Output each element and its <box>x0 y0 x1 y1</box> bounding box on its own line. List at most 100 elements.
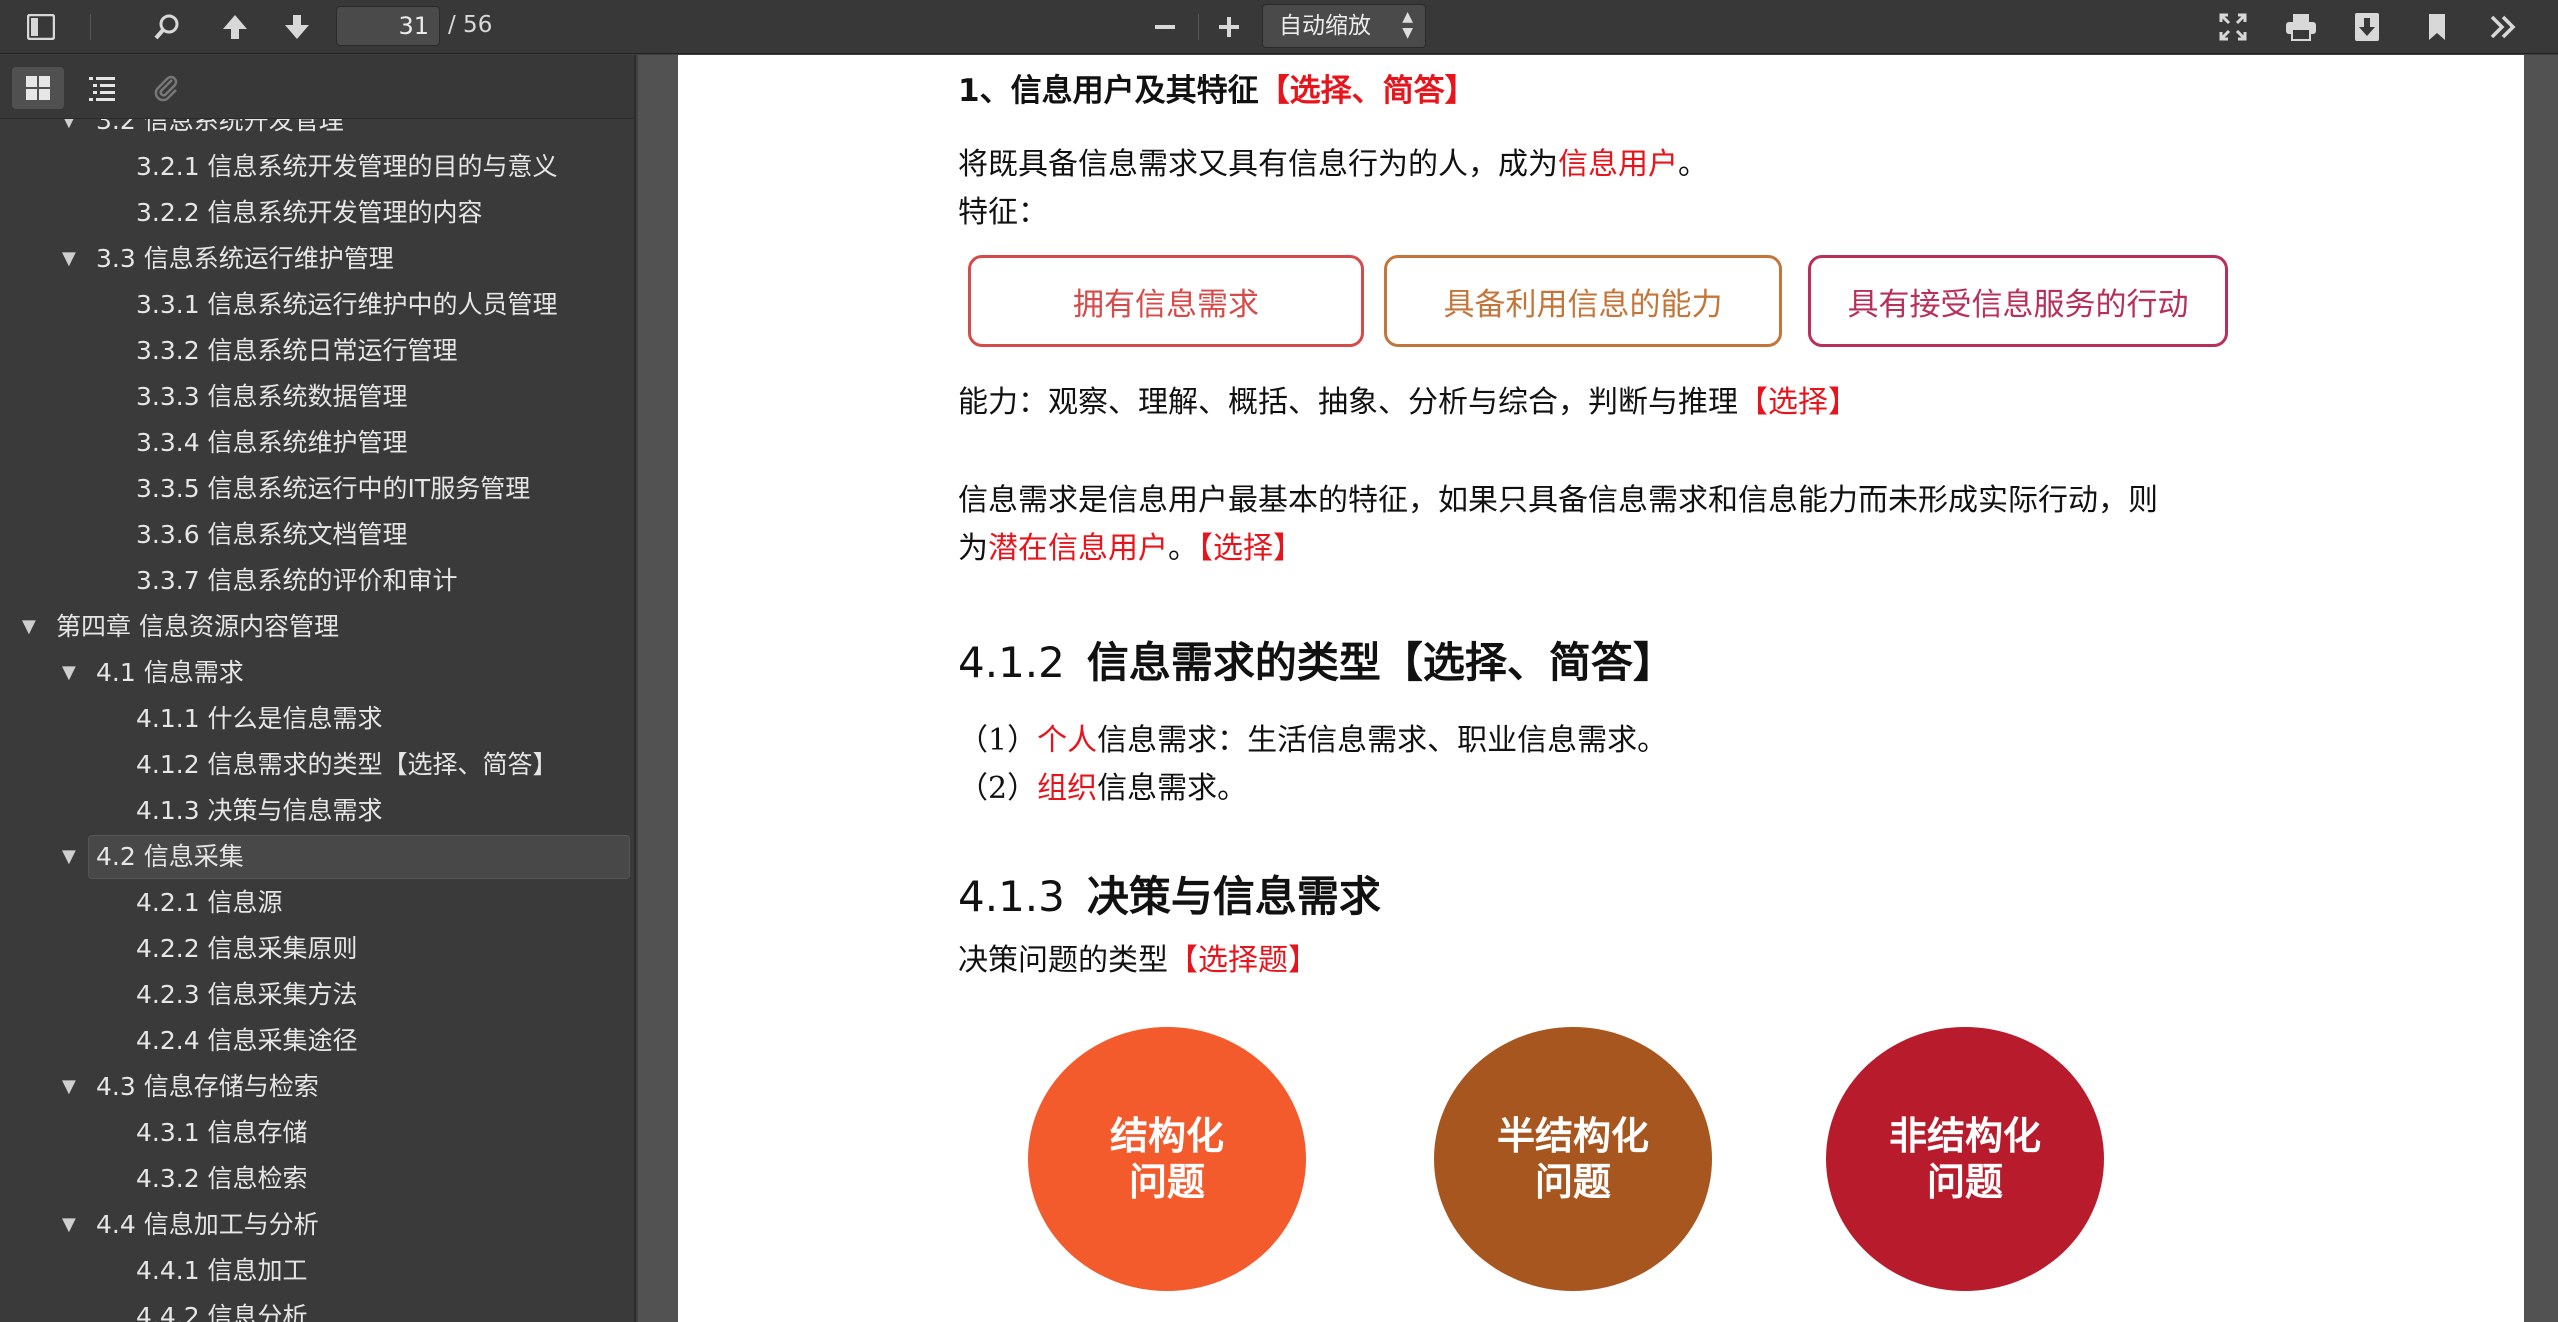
expand-toggle-icon[interactable]: ▼ <box>62 1203 76 1247</box>
toolbar-separator <box>1198 14 1199 40</box>
outline-item[interactable]: 4.2.1 信息源 <box>0 881 634 925</box>
outline-icon[interactable] <box>76 67 128 109</box>
zoom-select[interactable]: 自动缩放 ▲ ▼ <box>1262 4 1426 48</box>
outline-item[interactable]: 4.3.2 信息检索 <box>0 1157 634 1201</box>
heading-number: 4.1.2 <box>958 638 1065 687</box>
outline-item[interactable]: ▼ 3.2 信息系统开发管理 <box>0 119 634 143</box>
outline-item[interactable]: 3.3.4 信息系统维护管理 <box>0 421 634 465</box>
print-icon[interactable] <box>2278 6 2324 48</box>
select-arrows-icon: ▲ ▼ <box>1402 9 1413 41</box>
outline-item[interactable]: ▼ 4.1 信息需求 <box>0 651 634 695</box>
outline-item[interactable]: 3.2.2 信息系统开发管理的内容 <box>0 191 634 235</box>
outline-item-label: 4.2.1 信息源 <box>136 888 283 917</box>
highlight-term: 个人 <box>1037 723 1098 758</box>
outline-item-label: 4.1.1 什么是信息需求 <box>136 704 383 733</box>
outline-item-label: 4.4.2 信息分析 <box>136 1302 308 1322</box>
outline-item[interactable]: ▼ 4.2 信息采集 <box>0 835 634 879</box>
outline-item[interactable]: 3.3.6 信息系统文档管理 <box>0 513 634 557</box>
next-page-icon[interactable] <box>274 6 320 48</box>
expand-toggle-icon[interactable]: ▼ <box>62 835 76 879</box>
outline-item-label: 3.3.7 信息系统的评价和审计 <box>136 566 458 595</box>
outline-item[interactable]: 3.3.5 信息系统运行中的IT服务管理 <box>0 467 634 511</box>
outline-item[interactable]: ▼ 第四章 信息资源内容管理 <box>0 605 634 649</box>
thumbnails-icon[interactable] <box>12 67 64 109</box>
section-heading: 1、信息用户及其特征【选择、简答】 <box>958 65 1476 110</box>
circle-label: 非结构化 <box>1888 1114 2041 1158</box>
highlight-term: 组织 <box>1037 771 1098 806</box>
outline-item[interactable]: ▼ 4.3 信息存储与检索 <box>0 1065 634 1109</box>
outline-item[interactable]: 4.3.1 信息存储 <box>0 1111 634 1155</box>
pdf-page: 1、信息用户及其特征【选择、简答】 将既具备信息需求又具有信息行为的人，成为信息… <box>678 55 2524 1322</box>
expand-toggle-icon[interactable]: ▼ <box>62 119 76 143</box>
section-heading-text: 1、信息用户及其特征 <box>958 73 1259 109</box>
heading-text: 决策与信息需求 <box>1086 872 1381 921</box>
presentation-icon[interactable] <box>2210 6 2256 48</box>
text: 。 <box>1168 531 1198 566</box>
zoom-in-icon[interactable] <box>1206 6 1252 48</box>
outline-item-label: 3.2.1 信息系统开发管理的目的与意义 <box>136 152 558 181</box>
text: 信息需求：生活信息需求、职业信息需求。 <box>1097 723 1668 758</box>
outline-item[interactable]: 4.4.2 信息分析 <box>0 1295 634 1322</box>
heading-text: 信息需求的类型【选择、简答】 <box>1086 638 1675 687</box>
more-tools-icon[interactable] <box>2480 6 2526 48</box>
outline-item[interactable]: 4.4.1 信息加工 <box>0 1249 634 1293</box>
list-item-2: （2）组织信息需求。 <box>958 763 1247 807</box>
outline-item-label: 4.3.2 信息检索 <box>136 1164 308 1193</box>
heading-number: 4.1.3 <box>958 872 1065 921</box>
expand-toggle-icon[interactable]: ▼ <box>62 237 76 281</box>
circle-label: 结构化 <box>1109 1114 1224 1158</box>
highlight-tag: 【选择】 <box>1738 385 1858 420</box>
prev-page-icon[interactable] <box>212 6 258 48</box>
text: 将既具备信息需求又具有信息行为的人，成为 <box>958 147 1558 182</box>
outline-item-label: 3.3.1 信息系统运行维护中的人员管理 <box>136 290 558 319</box>
sidebar: ▼ 3.2 信息系统开发管理 3.2.1 信息系统开发管理的目的与意义 3.2.2 信… <box>0 55 636 1322</box>
document-viewer[interactable]: 1、信息用户及其特征【选择、简答】 将既具备信息需求又具有信息行为的人，成为信息… <box>638 55 2558 1322</box>
toolbar: 31 / 56 自动缩放 ▲ ▼ <box>0 0 2558 54</box>
outline-item[interactable]: 4.1.1 什么是信息需求 <box>0 697 634 741</box>
text: 。 <box>1678 147 1708 182</box>
outline-item[interactable]: 3.3.1 信息系统运行维护中的人员管理 <box>0 283 634 327</box>
outline-item-label: 4.2.3 信息采集方法 <box>136 980 358 1009</box>
section-heading-tag: 【选择、简答】 <box>1258 73 1476 109</box>
feature-box-1: 拥有信息需求 <box>968 255 1364 347</box>
outline-item-label: 4.2.2 信息采集原则 <box>136 934 358 963</box>
download-icon[interactable] <box>2344 6 2390 48</box>
outline-item-label: 4.3.1 信息存储 <box>136 1118 308 1147</box>
expand-toggle-icon[interactable]: ▼ <box>62 1065 76 1109</box>
paragraph-definition: 将既具备信息需求又具有信息行为的人，成为信息用户。 <box>958 139 1708 183</box>
outline-item-label: 4.2 信息采集 <box>96 842 244 871</box>
outline-item[interactable]: 4.1.2 信息需求的类型【选择、简答】 <box>0 743 634 787</box>
sidebar-tabs <box>0 55 634 119</box>
text: 能力：观察、理解、概括、抽象、分析与综合，判断与推理 <box>958 385 1738 420</box>
circle-label: 问题 <box>1128 1160 1205 1204</box>
outline-item[interactable]: ▼ 4.4 信息加工与分析 <box>0 1203 634 1247</box>
sidebar-toggle-icon[interactable] <box>18 6 64 48</box>
attachments-icon[interactable] <box>140 67 192 109</box>
outline-item[interactable]: 4.1.3 决策与信息需求 <box>0 789 634 833</box>
paragraph-features-label: 特征： <box>958 195 1048 230</box>
outline-item[interactable]: 4.2.2 信息采集原则 <box>0 927 634 971</box>
feature-box-2: 具备利用信息的能力 <box>1384 255 1782 347</box>
list-marker: （2） <box>958 771 1038 806</box>
paragraph-decision: 决策问题的类型【选择题】 <box>958 935 1318 979</box>
zoom-out-icon[interactable] <box>1142 6 1188 48</box>
heading-4-1-3: 4.1.3 决策与信息需求 <box>958 863 1381 924</box>
outline-item[interactable]: ▼ 3.3 信息系统运行维护管理 <box>0 237 634 281</box>
outline-item[interactable]: 4.2.3 信息采集方法 <box>0 973 634 1017</box>
outline-tree: ▼ 3.2 信息系统开发管理 3.2.1 信息系统开发管理的目的与意义 3.2.2 信… <box>0 119 634 1322</box>
outline-item[interactable]: 3.3.3 信息系统数据管理 <box>0 375 634 419</box>
outline-item[interactable]: 4.2.4 信息采集途径 <box>0 1019 634 1063</box>
highlight-term: 信息用户 <box>1558 147 1678 182</box>
outline-item[interactable]: 3.3.2 信息系统日常运行管理 <box>0 329 634 373</box>
expand-toggle-icon[interactable]: ▼ <box>62 651 76 695</box>
expand-toggle-icon[interactable]: ▼ <box>22 605 36 649</box>
outline-item[interactable]: 3.2.1 信息系统开发管理的目的与意义 <box>0 145 634 189</box>
search-icon[interactable] <box>144 6 190 48</box>
outline-item[interactable]: 3.3.7 信息系统的评价和审计 <box>0 559 634 603</box>
list-item-1: （1）个人信息需求：生活信息需求、职业信息需求。 <box>958 715 1667 759</box>
vertical-scrollbar[interactable] <box>2524 55 2558 1322</box>
highlight-tag: 【选择】 <box>1198 531 1303 566</box>
outline-item-label: 4.1.3 决策与信息需求 <box>136 796 383 825</box>
bookmark-icon[interactable] <box>2414 6 2460 48</box>
page-number-input[interactable]: 31 <box>336 6 440 46</box>
